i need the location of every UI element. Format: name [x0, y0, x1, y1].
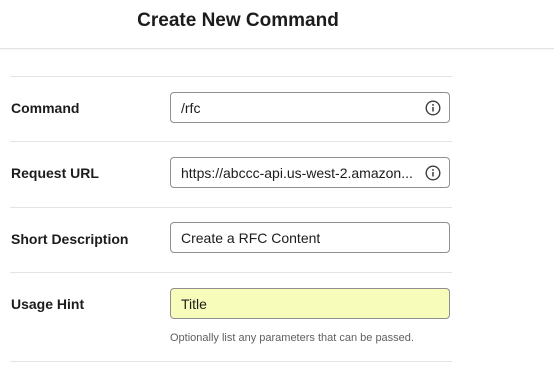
divider: [10, 272, 452, 273]
usage-hint-help-text: Optionally list any parameters that can …: [170, 332, 414, 344]
short-description-value: Create a RFC Content: [181, 230, 321, 246]
request-url-value: https://abccc-api.us-west-2.amazon...: [181, 165, 413, 181]
dialog-title: Create New Command: [137, 10, 339, 31]
request-url-label: Request URL: [11, 165, 99, 181]
divider: [10, 76, 452, 77]
command-value: /rfc: [181, 100, 201, 116]
command-label: Command: [11, 100, 80, 116]
dialog-header: Create New Command: [0, 0, 554, 49]
command-field[interactable]: /rfc: [170, 92, 450, 123]
divider: [10, 207, 452, 208]
usage-hint-field[interactable]: Title: [170, 288, 450, 319]
divider: [10, 141, 452, 142]
info-icon[interactable]: [425, 165, 441, 181]
usage-hint-label: Usage Hint: [11, 296, 85, 312]
info-icon[interactable]: [425, 100, 441, 116]
short-description-label: Short Description: [11, 231, 129, 247]
usage-hint-value: Title: [181, 296, 207, 312]
divider: [10, 361, 452, 362]
request-url-field[interactable]: https://abccc-api.us-west-2.amazon...: [170, 157, 450, 188]
short-description-field[interactable]: Create a RFC Content: [170, 222, 450, 253]
